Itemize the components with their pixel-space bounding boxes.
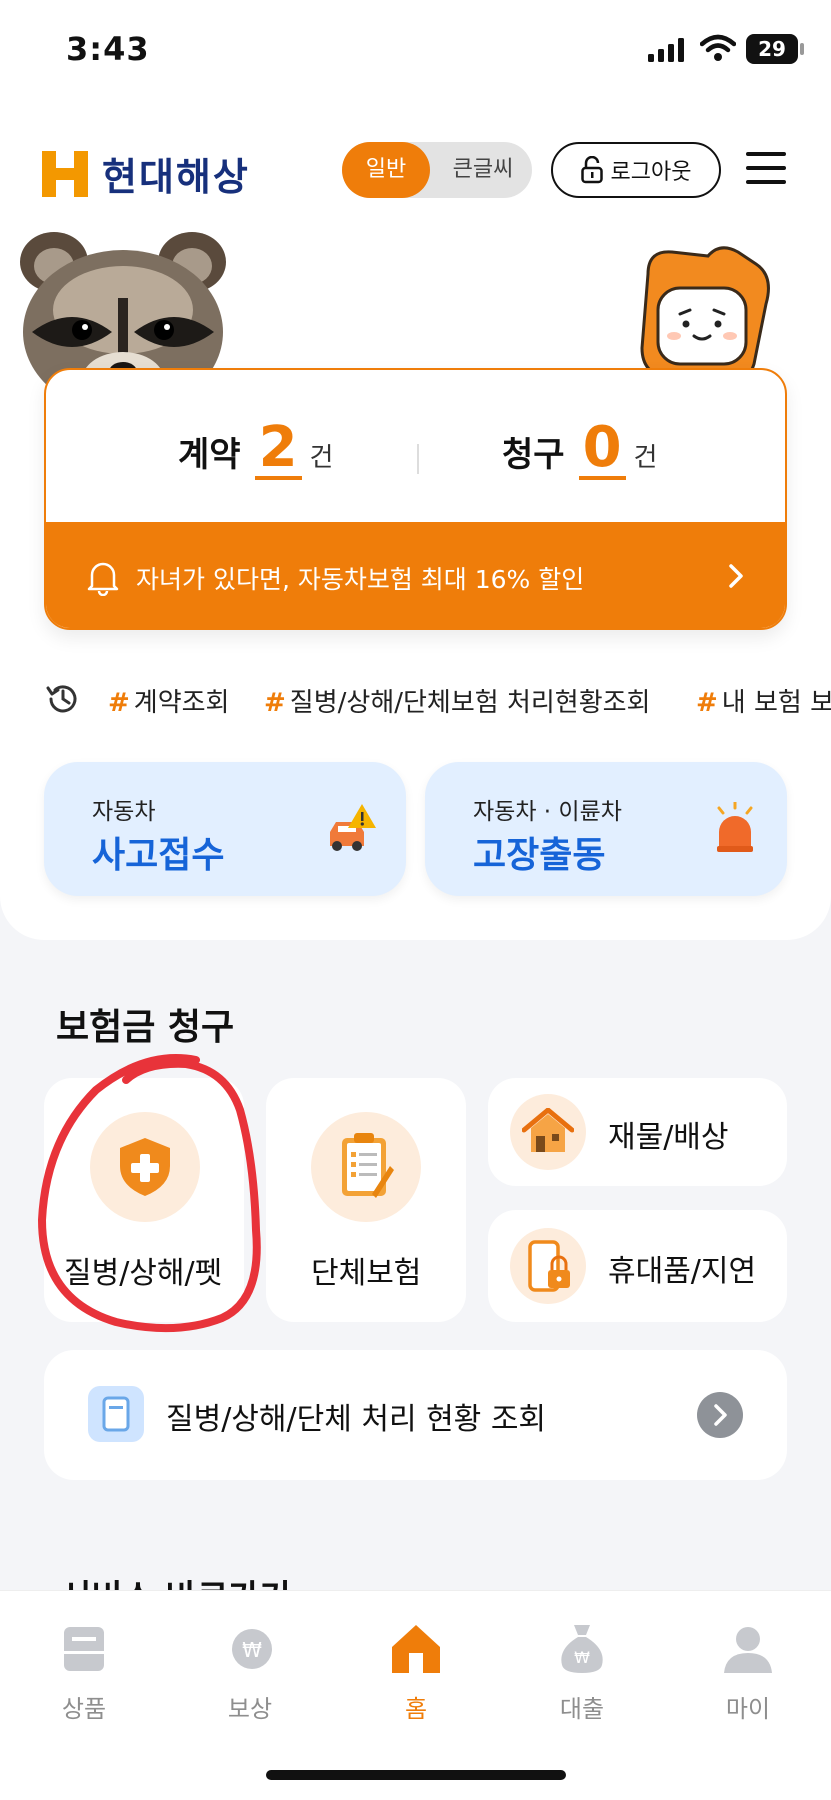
clipboard-icon [342, 1133, 394, 1198]
house-icon [522, 1108, 574, 1152]
claim-label: 청구 [502, 435, 565, 475]
accident-title: 사고접수 [92, 835, 225, 876]
bell-icon [87, 562, 119, 596]
battery-indicator: 29 [746, 34, 798, 64]
shield-plus-icon [120, 1138, 170, 1196]
wifi-icon [700, 34, 736, 61]
siren-icon [717, 802, 753, 852]
svg-text:₩: ₩ [242, 1638, 262, 1662]
person-icon [724, 1627, 772, 1673]
nav-compensation[interactable]: ₩ 보상 [190, 1621, 310, 1724]
claim-count[interactable]: 청구 0 건 [502, 420, 657, 480]
contract-count[interactable]: 계약 2 건 [178, 420, 333, 480]
home-indicator [266, 1770, 566, 1780]
phone-lock-icon [528, 1240, 570, 1292]
tag-claim-status[interactable]: # 질병/상해/단체보험 처리현황조회 [264, 682, 650, 719]
mode-large-text-option[interactable]: 큰글씨 [434, 142, 532, 198]
promo-text: 자녀가 있다면, 자동차보험 최대 16% 할인 [136, 565, 585, 594]
dispatch-sub: 자동차 · 이륜차 [473, 799, 622, 825]
promo-banner[interactable]: 자녀가 있다면, 자동차보험 최대 16% 할인 [46, 522, 785, 628]
contract-summary-card: 계약 2 건 청구 0 건 자녀가 있다면, 자동차보험 최대 16% 할인 [44, 368, 787, 630]
recent-tags-row: # 계약조회 # 질병/상해/단체보험 처리현황조회 # 내 보험 보 [0, 676, 831, 726]
money-bag-icon: ₩ [561, 1625, 603, 1673]
compensation-coin-icon: ₩ [232, 1629, 272, 1669]
claim-tile-belongings[interactable]: 휴대품/지연 [488, 1210, 787, 1322]
product-card-icon [64, 1627, 104, 1671]
nav-my[interactable]: 마이 [688, 1621, 808, 1724]
tag-contract-inquiry[interactable]: # 계약조회 [108, 682, 229, 719]
belongings-label: 휴대품/지연 [608, 1254, 757, 1289]
illness-label: 질병/상해/펫 [64, 1256, 223, 1291]
nav-products[interactable]: 상품 [24, 1621, 144, 1724]
chevron-right-icon [729, 564, 743, 588]
claim-tile-group[interactable]: 단체보험 [266, 1078, 466, 1322]
battery-tip [800, 43, 804, 55]
cellular-signal-icon [648, 38, 684, 62]
nav-compensation-label: 보상 [227, 1695, 273, 1723]
nav-loan[interactable]: ₩ 대출 [522, 1621, 642, 1724]
claim-status-link[interactable]: 질병/상해/단체 처리 현황 조회 [44, 1350, 787, 1480]
claim-tile-property[interactable]: 재물/배상 [488, 1078, 787, 1186]
bottom-navigation: 상품 ₩ 보상 홈 ₩ 대출 마이 [0, 1590, 831, 1800]
home-icon [392, 1625, 440, 1673]
font-size-toggle[interactable]: 일반 큰글씨 [342, 142, 532, 198]
dispatch-title: 고장출동 [473, 835, 606, 876]
accident-report-button[interactable]: 자동차 사고접수 [44, 762, 406, 896]
contract-label: 계약 [178, 435, 241, 475]
nav-home-label: 홈 [404, 1695, 428, 1723]
document-icon [88, 1386, 144, 1442]
tag-my-insurance[interactable]: # 내 보험 보 [696, 682, 831, 719]
mode-normal-option[interactable]: 일반 [342, 142, 430, 198]
claim-tile-illness[interactable]: 질병/상해/펫 [44, 1078, 244, 1322]
logout-label: 로그아웃 [610, 160, 692, 185]
claim-number: 0 [578, 420, 626, 480]
svg-text:₩: ₩ [574, 1648, 590, 1667]
nav-home[interactable]: 홈 [356, 1621, 476, 1724]
contract-unit: 건 [309, 443, 334, 473]
claims-section-title: 보험금 청구 [56, 1007, 235, 1048]
claim-status-label: 질병/상해/단체 처리 현황 조회 [166, 1402, 547, 1437]
logout-button[interactable]: 로그아웃 [551, 142, 721, 198]
chevron-right-circle-icon [697, 1392, 743, 1438]
breakdown-dispatch-button[interactable]: 자동차 · 이륜차 고장출동 [425, 762, 787, 896]
count-divider [417, 444, 419, 474]
status-bar: 3:43 29 [0, 0, 831, 100]
claim-unit: 건 [633, 443, 658, 473]
car-alert-icon [330, 804, 376, 851]
contract-number: 2 [254, 420, 302, 480]
brand-name: 현대해상 [102, 155, 250, 199]
count-row: 계약 2 건 청구 0 건 [46, 370, 785, 522]
nav-loan-label: 대출 [559, 1695, 605, 1723]
property-label: 재물/배상 [608, 1120, 729, 1155]
group-label: 단체보험 [311, 1256, 422, 1291]
hamburger-menu-icon[interactable] [746, 148, 786, 188]
nav-my-label: 마이 [725, 1695, 771, 1723]
history-icon[interactable] [44, 680, 82, 718]
hyundai-h-logo-icon [42, 150, 88, 197]
unlock-icon [580, 156, 603, 184]
status-time: 3:43 [66, 30, 150, 68]
accident-sub: 자동차 [92, 799, 156, 825]
brand-logo[interactable]: 현대해상 [42, 146, 250, 201]
app-header: 현대해상 일반 큰글씨 로그아웃 [0, 100, 831, 220]
nav-products-label: 상품 [61, 1695, 107, 1723]
